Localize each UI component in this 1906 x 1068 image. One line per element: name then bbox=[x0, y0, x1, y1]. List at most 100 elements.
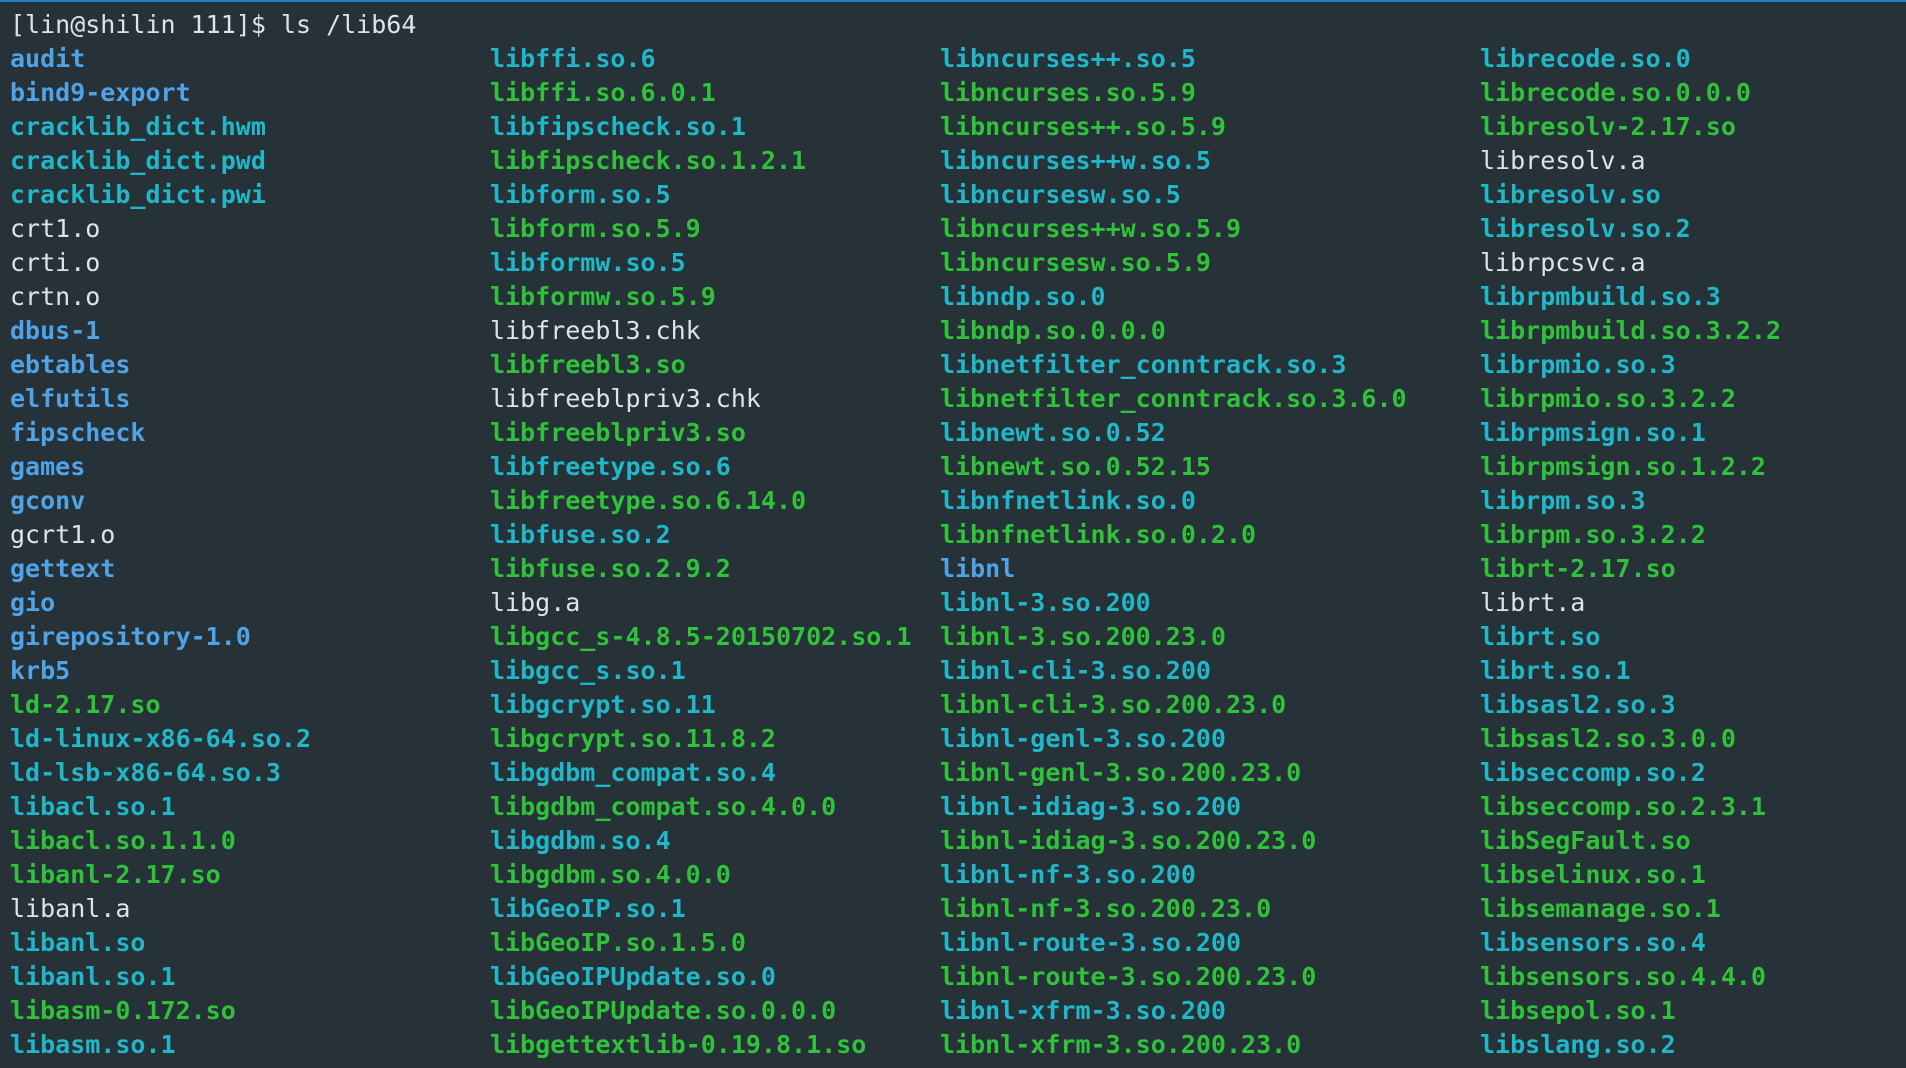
file-entry: librpmsign.so.1.2.2 bbox=[1480, 452, 1766, 481]
file-entry: crtn.o bbox=[10, 282, 101, 311]
file-entry: librt-2.17.so bbox=[1480, 554, 1676, 583]
file-entry: libfreetype.so.6.14.0 bbox=[490, 486, 807, 515]
file-entry: libnl-route-3.so.200.23.0 bbox=[940, 962, 1317, 991]
listing-column-3: libncurses++.so.5 libncurses.so.5.9 libncu… bbox=[940, 42, 1407, 1062]
file-entry: games bbox=[10, 452, 86, 481]
file-entry: libnfnetlink.so.0 bbox=[940, 486, 1196, 515]
file-entry: libg.a bbox=[490, 588, 581, 617]
file-entry: ld-2.17.so bbox=[10, 690, 161, 719]
file-entry: librpmbuild.so.3.2.2 bbox=[1480, 316, 1782, 345]
file-entry: libresolv.a bbox=[1480, 146, 1646, 175]
file-entry: libasm.so.1 bbox=[10, 1030, 176, 1059]
file-entry: cracklib_dict.pwd bbox=[10, 146, 266, 175]
file-entry: libanl.so bbox=[10, 928, 146, 957]
file-entry: libncursesw.so.5.9 bbox=[940, 248, 1211, 277]
file-entry: libnfnetlink.so.0.2.0 bbox=[940, 520, 1257, 549]
file-entry: libgdbm_compat.so.4.0.0 bbox=[490, 792, 837, 821]
file-entry: librt.a bbox=[1480, 588, 1586, 617]
file-entry: libfreeblpriv3.chk bbox=[490, 384, 761, 413]
file-entry: libnl bbox=[940, 554, 1016, 583]
file-entry: libfreebl3.chk bbox=[490, 316, 701, 345]
file-entry: bind9-export bbox=[10, 78, 191, 107]
file-entry: librpcsvc.a bbox=[1480, 248, 1646, 277]
file-entry: libgcc_s-4.8.5-20150702.so.1 bbox=[490, 622, 912, 651]
file-entry: libformw.so.5.9 bbox=[490, 282, 716, 311]
file-entry: audit bbox=[10, 44, 86, 73]
file-entry: libsensors.so.4.4.0 bbox=[1480, 962, 1766, 991]
file-entry: libformw.so.5 bbox=[490, 248, 686, 277]
file-entry: libnl-cli-3.so.200 bbox=[940, 656, 1211, 685]
file-entry: libGeoIPUpdate.so.0 bbox=[490, 962, 776, 991]
file-entry: libnewt.so.0.52.15 bbox=[940, 452, 1211, 481]
listing-column-2: libffi.so.6 libffi.so.6.0.1 libfipscheck.s… bbox=[490, 42, 911, 1062]
file-entry: ld-lsb-x86-64.so.3 bbox=[10, 758, 281, 787]
file-entry: libGeoIP.so.1.5.0 bbox=[490, 928, 746, 957]
file-entry: libresolv.so.2 bbox=[1480, 214, 1691, 243]
file-entry: fipscheck bbox=[10, 418, 146, 447]
file-entry: cracklib_dict.hwm bbox=[10, 112, 266, 141]
file-entry: libresolv.so bbox=[1480, 180, 1661, 209]
file-entry: libgdbm_compat.so.4 bbox=[490, 758, 776, 787]
file-entry: libgcrypt.so.11.8.2 bbox=[490, 724, 776, 753]
file-entry: libfipscheck.so.1 bbox=[490, 112, 746, 141]
file-entry: cracklib_dict.pwi bbox=[10, 180, 266, 209]
file-entry: libform.so.5.9 bbox=[490, 214, 701, 243]
file-entry: libfreetype.so.6 bbox=[490, 452, 731, 481]
file-entry: libffi.so.6.0.1 bbox=[490, 78, 716, 107]
file-entry: libnl-xfrm-3.so.200.23.0 bbox=[940, 1030, 1302, 1059]
file-entry: gcrt1.o bbox=[10, 520, 116, 549]
file-entry: libacl.so.1.1.0 bbox=[10, 826, 236, 855]
file-entry: libnl-nf-3.so.200.23.0 bbox=[940, 894, 1272, 923]
listing-column-1: audit bind9-export cracklib_dict.hwmcrackl… bbox=[10, 42, 311, 1062]
file-entry: libnetfilter_conntrack.so.3 bbox=[940, 350, 1347, 379]
file-entry: ebtables bbox=[10, 350, 131, 379]
file-entry: libsemanage.so.1 bbox=[1480, 894, 1721, 923]
file-entry: librt.so.1 bbox=[1480, 656, 1631, 685]
file-entry: libndp.so.0.0.0 bbox=[940, 316, 1166, 345]
file-entry: libnl-route-3.so.200 bbox=[940, 928, 1242, 957]
file-entry: libselinux.so.1 bbox=[1480, 860, 1706, 889]
file-entry: libncurses++w.so.5 bbox=[940, 146, 1211, 175]
file-entry: libseccomp.so.2.3.1 bbox=[1480, 792, 1766, 821]
file-entry: elfutils bbox=[10, 384, 131, 413]
file-entry: librpmbuild.so.3 bbox=[1480, 282, 1721, 311]
file-entry: libnl-genl-3.so.200.23.0 bbox=[940, 758, 1302, 787]
file-entry: girepository-1.0 bbox=[10, 622, 251, 651]
file-entry: librpmio.so.3.2.2 bbox=[1480, 384, 1736, 413]
file-entry: libsasl2.so.3.0.0 bbox=[1480, 724, 1736, 753]
terminal-window[interactable]: [lin@shilin 111]$ ls /lib64 audit bind9-e… bbox=[0, 0, 1906, 1068]
file-entry: libfreeblpriv3.so bbox=[490, 418, 746, 447]
file-entry: libsasl2.so.3 bbox=[1480, 690, 1676, 719]
file-entry: gettext bbox=[10, 554, 116, 583]
file-entry: librecode.so.0.0.0 bbox=[1480, 78, 1751, 107]
command-prompt-line: [lin@shilin 111]$ ls /lib64 bbox=[10, 10, 417, 39]
file-entry: libGeoIPUpdate.so.0.0.0 bbox=[490, 996, 837, 1025]
file-entry: libnl-nf-3.so.200 bbox=[940, 860, 1196, 889]
file-entry: librpm.so.3 bbox=[1480, 486, 1646, 515]
file-entry: libncurses++.so.5 bbox=[940, 44, 1196, 73]
file-entry: gio bbox=[10, 588, 56, 617]
file-entry: librt.so bbox=[1480, 622, 1601, 651]
file-entry: libncurses.so.5.9 bbox=[940, 78, 1196, 107]
file-entry: libgcrypt.so.11 bbox=[490, 690, 716, 719]
file-entry: libnl-idiag-3.so.200.23.0 bbox=[940, 826, 1317, 855]
file-entry: libanl.so.1 bbox=[10, 962, 176, 991]
file-entry: libasm-0.172.so bbox=[10, 996, 236, 1025]
file-entry: libGeoIP.so.1 bbox=[490, 894, 686, 923]
file-entry: crti.o bbox=[10, 248, 101, 277]
file-entry: libncursesw.so.5 bbox=[940, 180, 1181, 209]
file-entry: libgcc_s.so.1 bbox=[490, 656, 686, 685]
file-entry: libncurses++.so.5.9 bbox=[940, 112, 1226, 141]
file-entry: libnl-3.so.200 bbox=[940, 588, 1151, 617]
file-entry: libslang.so.2 bbox=[1480, 1030, 1676, 1059]
file-entry: librecode.so.0 bbox=[1480, 44, 1691, 73]
file-entry: libnl-idiag-3.so.200 bbox=[940, 792, 1242, 821]
file-entry: libSegFault.so bbox=[1480, 826, 1691, 855]
file-entry: libnl-cli-3.so.200.23.0 bbox=[940, 690, 1287, 719]
listing-column-4: librecode.so.0 librecode.so.0.0.0 libresol… bbox=[1480, 42, 1781, 1062]
file-entry: libsepol.so.1 bbox=[1480, 996, 1676, 1025]
file-entry: libanl-2.17.so bbox=[10, 860, 221, 889]
file-entry: libgdbm.so.4 bbox=[490, 826, 671, 855]
file-entry: libffi.so.6 bbox=[490, 44, 656, 73]
file-entry: librpmio.so.3 bbox=[1480, 350, 1676, 379]
